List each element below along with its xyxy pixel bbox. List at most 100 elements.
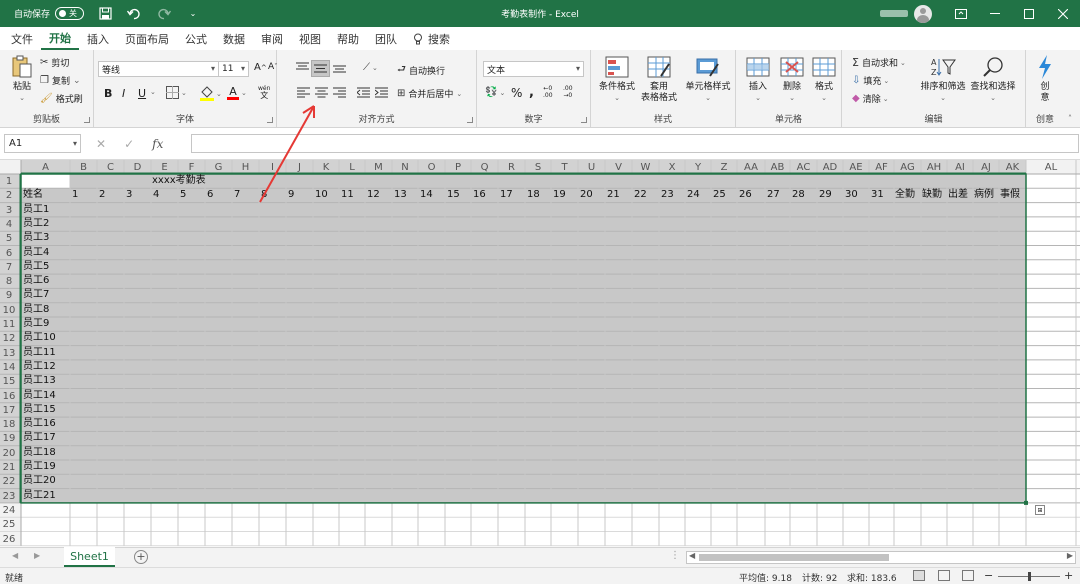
day-header-cell[interactable]: 6 <box>207 188 213 202</box>
top-align-button[interactable] <box>296 62 309 73</box>
row-header[interactable]: 1 <box>0 175 18 188</box>
employee-cell[interactable]: 员工19 <box>23 460 56 474</box>
add-sheet-icon[interactable]: + <box>134 550 148 564</box>
column-header[interactable]: J <box>286 161 313 174</box>
decrease-indent-button[interactable] <box>357 87 370 98</box>
day-header-cell[interactable]: 18 <box>527 188 540 202</box>
employee-cell[interactable]: 员工13 <box>23 374 56 388</box>
column-header[interactable]: Z <box>711 161 737 174</box>
autosum-button[interactable]: Σ 自动求和 ⌄ <box>852 56 906 69</box>
undo-icon[interactable] <box>126 6 142 22</box>
day-header-cell[interactable]: 20 <box>580 188 593 202</box>
column-header[interactable]: AI <box>947 161 973 174</box>
column-header[interactable]: R <box>498 161 525 174</box>
underline-dropdown[interactable]: ⌄ <box>150 88 156 96</box>
align-right-button[interactable] <box>333 87 346 98</box>
column-header[interactable]: D <box>124 161 151 174</box>
collapse-ribbon-icon[interactable]: ˄ <box>1068 114 1072 123</box>
day-header-cell[interactable]: 21 <box>607 188 620 202</box>
summary-header-cell[interactable]: 全勤 <box>895 188 915 202</box>
column-header[interactable]: O <box>418 161 445 174</box>
zoom-out-icon[interactable]: − <box>984 569 993 582</box>
conditional-formatting-button[interactable]: 条件格式 ⌄ <box>596 54 638 104</box>
summary-header-cell[interactable]: 病例 <box>974 188 994 202</box>
column-header[interactable]: Q <box>471 161 498 174</box>
column-header[interactable]: U <box>578 161 605 174</box>
day-header-cell[interactable]: 3 <box>126 188 132 202</box>
cell-styles-button[interactable]: 单元格样式 ⌄ <box>683 54 733 104</box>
row-header[interactable]: 10 <box>0 304 18 317</box>
column-header[interactable]: AK <box>999 161 1026 174</box>
day-header-cell[interactable]: 31 <box>871 188 884 202</box>
employee-cell[interactable]: 员工18 <box>23 446 56 460</box>
find-select-button[interactable]: 查找和选择 ⌄ <box>968 54 1018 104</box>
tab-data[interactable]: 数据 <box>215 27 253 50</box>
prev-sheet-icon[interactable]: ◀ <box>12 551 18 560</box>
column-header[interactable]: L <box>339 161 365 174</box>
delete-cells-button[interactable]: 删除 ⌄ <box>776 54 808 104</box>
page-layout-view-icon[interactable] <box>938 570 950 581</box>
row-header[interactable]: 13 <box>0 347 18 360</box>
row-header[interactable]: 11 <box>0 318 18 331</box>
column-header[interactable]: B <box>70 161 97 174</box>
employee-cell[interactable]: 员工3 <box>23 231 49 245</box>
column-header[interactable]: T <box>551 161 578 174</box>
column-header[interactable]: S <box>525 161 551 174</box>
column-header[interactable]: AA <box>737 161 765 174</box>
employee-cell[interactable]: 员工20 <box>23 474 56 488</box>
phonetic-button[interactable]: wén 文 <box>258 85 270 100</box>
column-header[interactable]: X <box>659 161 685 174</box>
row-header[interactable]: 15 <box>0 375 18 388</box>
row-header[interactable]: 16 <box>0 390 18 403</box>
zoom-slider-knob[interactable] <box>1028 572 1031 581</box>
day-header-cell[interactable]: 23 <box>661 188 674 202</box>
column-header[interactable]: V <box>605 161 632 174</box>
bottom-align-button[interactable] <box>333 62 346 73</box>
day-header-cell[interactable]: 10 <box>315 188 328 202</box>
confirm-icon[interactable]: ✓ <box>124 137 134 151</box>
employee-cell[interactable]: 员工10 <box>23 331 56 345</box>
row-header[interactable]: 18 <box>0 418 18 431</box>
day-header-cell[interactable]: 1 <box>72 188 78 202</box>
format-cells-button[interactable]: 格式 ⌄ <box>808 54 840 104</box>
scroll-right-icon[interactable]: ▶ <box>1067 551 1073 560</box>
day-header-cell[interactable]: 17 <box>500 188 513 202</box>
employee-cell[interactable]: 员工14 <box>23 389 56 403</box>
tab-help[interactable]: 帮助 <box>329 27 367 50</box>
row-header[interactable]: 14 <box>0 361 18 374</box>
increase-decimal-button[interactable]: ←0.00 <box>543 85 553 99</box>
percent-button[interactable]: % <box>511 86 522 100</box>
column-header[interactable]: I <box>259 161 286 174</box>
comma-style-button[interactable]: , <box>529 85 534 100</box>
column-header[interactable]: M <box>365 161 392 174</box>
column-header[interactable]: AL <box>1026 161 1076 174</box>
sort-filter-button[interactable]: AZ 排序和筛选 ⌄ <box>918 54 968 104</box>
employee-cell[interactable]: 员工12 <box>23 360 56 374</box>
day-header-cell[interactable]: 30 <box>845 188 858 202</box>
name-header-cell[interactable]: 姓名 <box>23 188 43 202</box>
day-header-cell[interactable]: 11 <box>341 188 354 202</box>
cancel-icon[interactable]: ✕ <box>96 137 106 151</box>
tab-home[interactable]: 开始 <box>41 27 79 50</box>
borders-button[interactable]: ⌄ <box>166 86 187 99</box>
column-header[interactable]: P <box>445 161 471 174</box>
normal-view-icon[interactable] <box>913 570 925 581</box>
day-header-cell[interactable]: 4 <box>153 188 159 202</box>
fill-button[interactable]: ⇩ 填充 ⌄ <box>852 74 889 87</box>
column-header[interactable]: K <box>313 161 339 174</box>
title-cell[interactable]: xxxx考勤表 <box>152 174 206 188</box>
employee-cell[interactable]: 员工21 <box>23 489 56 503</box>
scroll-thumb[interactable] <box>699 554 889 561</box>
row-header[interactable]: 23 <box>0 490 18 503</box>
clipboard-launcher-icon[interactable] <box>84 117 90 123</box>
summary-header-cell[interactable]: 缺勤 <box>922 188 942 202</box>
day-header-cell[interactable]: 2 <box>99 188 105 202</box>
day-header-cell[interactable]: 26 <box>739 188 752 202</box>
page-break-view-icon[interactable] <box>962 570 974 581</box>
next-sheet-icon[interactable]: ▶ <box>34 551 40 560</box>
employee-cell[interactable]: 员工8 <box>23 303 49 317</box>
alignment-launcher-icon[interactable] <box>467 117 473 123</box>
row-header[interactable]: 9 <box>0 289 18 302</box>
column-header[interactable]: F <box>178 161 205 174</box>
cut-button[interactable]: ✂ 剪切 <box>40 56 69 69</box>
